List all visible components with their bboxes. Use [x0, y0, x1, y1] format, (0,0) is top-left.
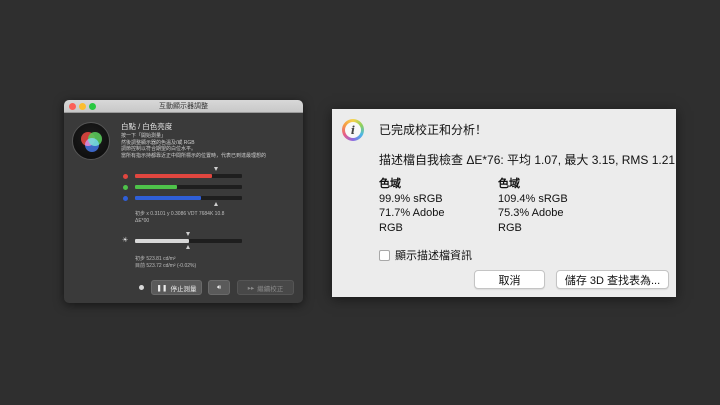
luminance-readout: 初步 523.81 cd/m² 目前 523.72 cd/m² (-0.02%) [135, 256, 196, 269]
show-profile-info-checkbox[interactable] [379, 249, 390, 261]
rgb-readout-line: 初步 x 0.3101 y 0.3086 VDT 7684K 10.8 [135, 211, 225, 217]
rgb-circles-icon [72, 122, 110, 160]
info-icon: i [342, 119, 364, 141]
stop-measurement-label: 停止測量 [170, 285, 197, 293]
continue-calibration-label: 繼續校正 [257, 285, 284, 293]
show-profile-info-row[interactable]: 顯示描述檔資訊 [379, 247, 472, 263]
speaker-icon: 🔊︎ [216, 283, 222, 291]
red-dot [123, 173, 128, 179]
dialog-title: 已完成校正和分析！ [379, 123, 488, 137]
red-level-fill [135, 174, 213, 178]
gamut-value: RGB [498, 221, 522, 234]
luminance-readout-line: 初步 523.81 cd/m² [135, 256, 176, 262]
continue-calibration-button[interactable]: ▸▸ 繼續校正 [237, 280, 294, 295]
luminance-level-fill [135, 239, 189, 243]
luminance-level-bar [135, 239, 242, 243]
rgb-readout: 初步 x 0.3101 y 0.3086 VDT 7684K 10.8 ΔE*0… [135, 211, 224, 224]
recording-indicator [139, 285, 144, 290]
save-3d-lut-button[interactable]: 儲存 3D 查找表為... [556, 270, 669, 289]
blue-level-bar [135, 196, 242, 200]
profile-self-check-summary: 描述檔自我檢查 ΔE*76: 平均 1.07, 最大 3.15, RMS 1.2… [379, 153, 676, 167]
green-level-bar [135, 185, 242, 189]
instructions: 按一下「開始測量」 然後調整顯示器的色溫及/或 RGB 調節控制以符合期望的白位… [121, 133, 296, 159]
rgb-readout-line: ΔE*00 [135, 217, 150, 224]
blue-dot [123, 195, 128, 201]
skip-forward-icon: ▸▸ [247, 284, 255, 292]
cancel-button[interactable]: 取消 [474, 270, 545, 289]
title-bar[interactable]: 互動顯示器調整 [64, 100, 303, 113]
brightness-icon: ☀ [122, 237, 129, 244]
display-adjust-window: 互動顯示器調整 白點 / 白色亮度 按一下「開始測量」 然後調整顯示器的色溫及/… [64, 100, 303, 303]
gamut-value: RGB [379, 221, 403, 234]
sound-button[interactable]: 🔊︎ [208, 280, 230, 295]
target-marker-top [214, 167, 218, 171]
gamut-column-left: 色域 99.9% sRGB 71.7% Adobe RGB [379, 177, 479, 235]
gamut-heading: 色域 [498, 178, 520, 190]
show-profile-info-label[interactable]: 顯示描述檔資訊 [395, 247, 472, 263]
instruction-line: 按一下「開始測量」 [121, 133, 167, 139]
instruction-line: 調節控制以符合期望的白位水平。 [121, 146, 197, 153]
luminance-target-marker-top [186, 232, 190, 236]
green-level-fill [135, 185, 177, 189]
stop-measurement-button[interactable]: ❚❚ 停止測量 [151, 280, 202, 295]
calibration-complete-dialog: i 已完成校正和分析！ 描述檔自我檢查 ΔE*76: 平均 1.07, 最大 3… [332, 109, 676, 297]
window-title: 互動顯示器調整 [159, 103, 208, 110]
gamut-value: 109.4% sRGB [498, 192, 568, 205]
luminance-target-marker-bottom [186, 245, 190, 249]
gamut-heading: 色域 [379, 178, 401, 190]
green-dot [123, 184, 128, 190]
red-level-bar [135, 174, 242, 178]
instruction-line: 當所有指示持都靠近正中間所標示的位置時，代表已到達最理想的 [121, 152, 267, 159]
gamut-value: 71.7% Adobe [379, 207, 445, 219]
gamut-column-right: 色域 109.4% sRGB 75.3% Adobe RGB [498, 177, 608, 235]
gamut-value: 99.9% sRGB [379, 192, 443, 205]
target-marker-bottom [214, 202, 218, 206]
pause-icon: ❚❚ [156, 284, 168, 292]
luminance-readout-line: 目前 523.72 cd/m² (-0.02%) [135, 262, 197, 269]
blue-level-fill [135, 196, 202, 200]
gamut-value: 75.3% Adobe [498, 207, 564, 219]
section-title: 白點 / 白色亮度 [121, 122, 173, 131]
